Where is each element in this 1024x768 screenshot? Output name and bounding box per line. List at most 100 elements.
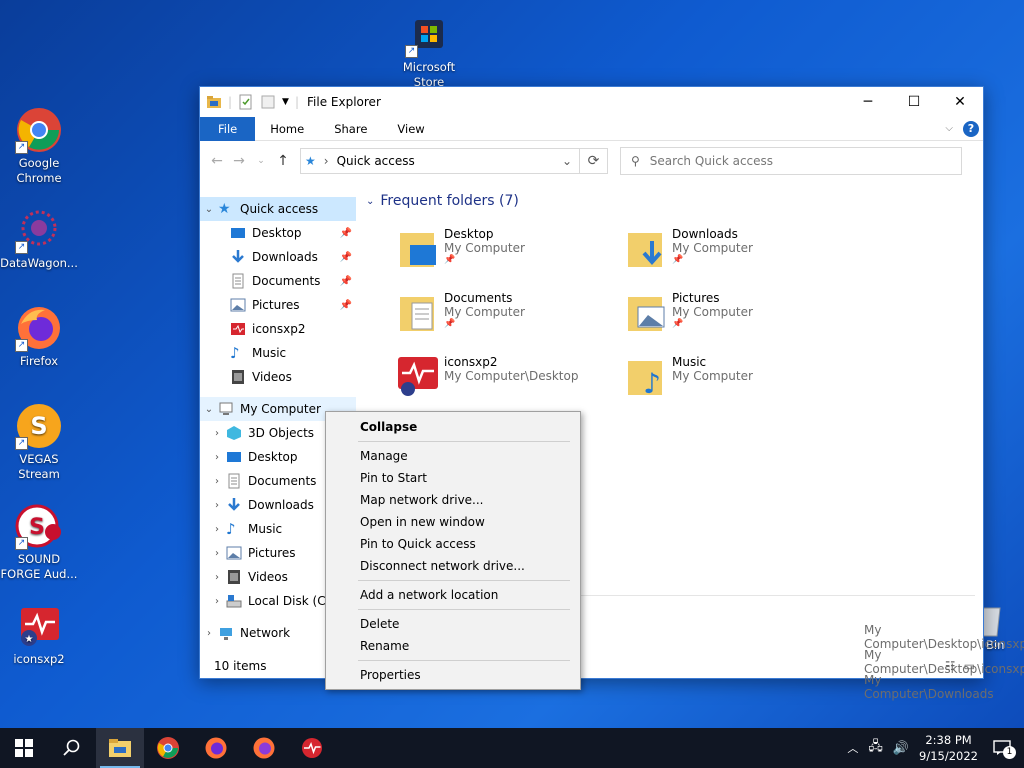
menu-item-disconnect-network-drive[interactable]: Disconnect network drive... (326, 555, 580, 577)
details-view-icon[interactable]: ☷ (945, 659, 956, 673)
expanded-chevron-icon[interactable]: ⌄ (200, 404, 218, 415)
sidebar-item-desktop[interactable]: Desktop 📌 (200, 221, 356, 245)
downloads-icon (226, 497, 242, 513)
taskbar-firefox-2[interactable] (240, 728, 288, 768)
svg-text:♪: ♪ (643, 367, 661, 397)
address-dropdown-chevron-icon[interactable]: ⌄ (555, 154, 579, 168)
search-button[interactable] (48, 728, 96, 768)
menu-item-collapse[interactable]: Collapse (326, 416, 580, 438)
star-icon: ★ (218, 201, 231, 217)
desktop-icon-datawagon[interactable]: ↗ DataWagon... (0, 206, 78, 271)
notifications-button[interactable]: 1 (988, 734, 1016, 762)
datawagon-icon: ↗ (15, 206, 63, 254)
documents-folder-icon (398, 291, 438, 333)
menu-item-properties[interactable]: Properties (326, 664, 580, 686)
up-button[interactable]: ↑ (272, 153, 294, 169)
shortcut-arrow-icon: ↗ (15, 537, 28, 550)
shortcut-arrow-icon: ↗ (15, 241, 28, 254)
sidebar-item-pictures[interactable]: Pictures 📌 (200, 293, 356, 317)
sidebar-item-downloads[interactable]: Downloads 📌 (200, 245, 356, 269)
folder-name: Documents (444, 291, 513, 305)
desktop-icon-vegas-stream[interactable]: S ↗ VEGAS Stream (0, 402, 78, 482)
back-button[interactable]: ← (206, 153, 228, 169)
taskbar-app-red[interactable] (288, 728, 336, 768)
desktop-icon (226, 449, 242, 465)
sidebar-item-videos[interactable]: Videos (200, 365, 356, 389)
volume-icon[interactable]: 🔊 (893, 741, 909, 756)
help-icon[interactable]: ? (963, 120, 979, 137)
refresh-button[interactable]: ⟳ (580, 148, 608, 174)
start-button[interactable] (0, 728, 48, 768)
network-status-icon[interactable]: 🖧 (868, 737, 883, 759)
new-folder-icon[interactable] (260, 94, 276, 110)
show-hidden-icons-chevron-icon[interactable]: ︿ (847, 740, 858, 756)
desktop-icon-firefox[interactable]: ↗ Firefox (0, 304, 78, 369)
videos-icon (230, 369, 246, 385)
pin-icon: 📌 (672, 255, 684, 265)
folder-tile-downloads[interactable]: Downloads My Computer 📌 (626, 227, 846, 287)
music-folder-icon: ♪ (626, 355, 666, 400)
sidebar-item-documents[interactable]: Documents 📌 (200, 269, 356, 293)
maximize-button[interactable]: ☐ (891, 87, 937, 117)
sidebar-item-quick-access[interactable]: ⌄ ★ Quick access (200, 197, 356, 221)
menu-item-map-network-drive[interactable]: Map network drive... (326, 489, 580, 511)
tab-share[interactable]: Share (319, 117, 382, 141)
notification-count-badge: 1 (1003, 746, 1016, 759)
tab-home[interactable]: Home (255, 117, 319, 141)
customize-toolbar-chevron-icon[interactable]: ▼ (282, 97, 289, 107)
collapsed-chevron-icon[interactable]: › (200, 628, 218, 639)
expanded-chevron-icon[interactable]: ⌄ (200, 204, 218, 215)
properties-icon[interactable] (238, 94, 254, 110)
taskbar-file-explorer[interactable] (96, 728, 144, 768)
menu-item-add-network-location[interactable]: Add a network location (326, 584, 580, 606)
minimize-button[interactable]: ─ (845, 87, 891, 117)
desktop-icon-label: Firefox (19, 354, 59, 368)
tab-file[interactable]: File (200, 116, 256, 141)
desktop-icon-sound-forge[interactable]: S ↗ SOUND FORGE Aud... (0, 502, 78, 582)
menu-item-pin-to-quick-access[interactable]: Pin to Quick access (326, 533, 580, 555)
desktop-icon-iconsxp2[interactable]: ★ iconsxp2 (0, 602, 78, 667)
frequent-folders-header[interactable]: ⌄ Frequent folders (7) (366, 193, 519, 209)
forward-button[interactable]: → (228, 153, 250, 169)
search-input[interactable]: ⚲ Search Quick access (620, 147, 962, 175)
sidebar-item-label: Desktop (248, 450, 298, 464)
desktop-icon-microsoft-store[interactable]: ↗ Microsoft Store (390, 10, 468, 90)
collapsed-chevron-icon[interactable]: › (208, 548, 226, 559)
explorer-body: ⌄ ★ Quick access Desktop 📌 Downloads 📌 D… (200, 181, 1024, 701)
address-bar[interactable]: ★ › Quick access ⌄ (300, 148, 580, 174)
folder-tile-iconsxp2[interactable]: iconsxp2 My Computer\Desktop (398, 355, 618, 415)
menu-item-rename[interactable]: Rename (326, 635, 580, 657)
tab-view[interactable]: View (382, 117, 439, 141)
recent-locations-chevron-icon[interactable]: ⌄ (250, 156, 272, 166)
sidebar-item-music[interactable]: ♪ Music (200, 341, 356, 365)
collapsed-chevron-icon[interactable]: › (208, 428, 226, 439)
vegas-stream-icon: S ↗ (15, 402, 63, 450)
red-app-icon (302, 738, 322, 758)
folder-tile-music[interactable]: ♪ Music My Computer (626, 355, 846, 415)
menu-item-pin-to-start[interactable]: Pin to Start (326, 467, 580, 489)
breadcrumb-quick-access[interactable]: Quick access (337, 154, 415, 168)
menu-item-delete[interactable]: Delete (326, 613, 580, 635)
clock[interactable]: 2:38 PM 9/15/2022 (919, 732, 978, 764)
taskbar-chrome[interactable] (144, 728, 192, 768)
collapsed-chevron-icon[interactable]: › (208, 500, 226, 511)
menu-item-manage[interactable]: Manage (326, 445, 580, 467)
collapsed-chevron-icon[interactable]: › (208, 524, 226, 535)
large-icons-view-icon[interactable]: ▭ (964, 659, 975, 673)
folder-tile-desktop[interactable]: Desktop My Computer 📌 (398, 227, 618, 287)
firefox-icon: ↗ (15, 304, 63, 352)
collapsed-chevron-icon[interactable]: › (208, 572, 226, 583)
expand-ribbon-chevron-icon[interactable]: ⌵ (945, 123, 953, 134)
close-button[interactable]: ✕ (937, 87, 983, 117)
folder-tile-pictures[interactable]: Pictures My Computer 📌 (626, 291, 846, 351)
group-collapse-chevron-icon[interactable]: ⌄ (366, 196, 374, 207)
folder-tile-documents[interactable]: Documents My Computer 📌 (398, 291, 618, 351)
collapsed-chevron-icon[interactable]: › (208, 476, 226, 487)
collapsed-chevron-icon[interactable]: › (208, 452, 226, 463)
taskbar-firefox[interactable] (192, 728, 240, 768)
desktop-icon-google-chrome[interactable]: ↗ Google Chrome (0, 106, 78, 186)
collapsed-chevron-icon[interactable]: › (208, 596, 226, 607)
sidebar-item-iconsxp2[interactable]: iconsxp2 (200, 317, 356, 341)
menu-item-open-in-new-window[interactable]: Open in new window (326, 511, 580, 533)
menu-separator (358, 441, 570, 442)
